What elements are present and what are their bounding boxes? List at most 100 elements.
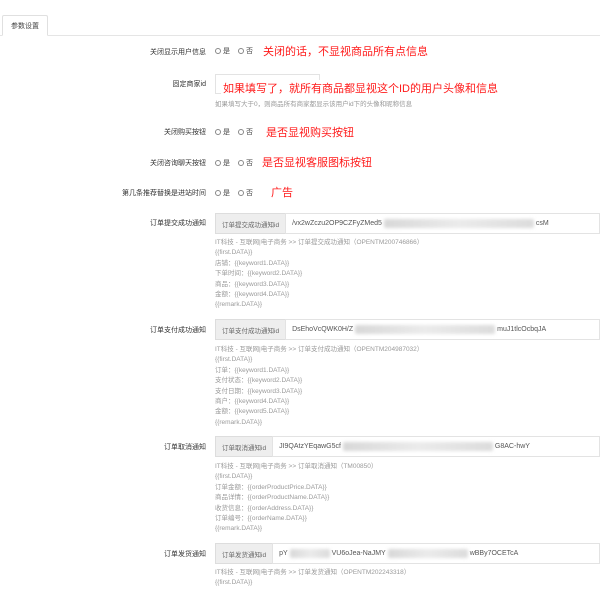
template-line: {{remark.DATA}} xyxy=(215,301,263,309)
template-line: 下单时间：{{keyword2.DATA}} xyxy=(215,270,303,278)
template-line: 订单：{{keyword1.DATA}} xyxy=(215,366,290,374)
close-chat-button-label: 关闭咨询聊天按钮 xyxy=(150,160,206,167)
template-id-start: pY xyxy=(279,550,288,557)
annotation-close-buy-button: 是否显视购买按钮 xyxy=(266,127,354,139)
template-id-start: DsEhoVcQWK0H/Z xyxy=(292,326,354,333)
template-line: IT科技 - 互联网|电子商务 >> 订单取消通知（TM00850） xyxy=(215,463,378,470)
template-line: 支付日期：{{keyword3.DATA}} xyxy=(215,387,303,395)
order-cancel-notice-addon: 订单取消通知id xyxy=(215,436,273,457)
order-submit-notice-addon: 订单提交成功通知id xyxy=(215,213,286,234)
template-id-end: G8AC-hwY xyxy=(494,443,530,450)
fixed-merchant-id-help: 如果填写大于0，则商品所有商家都显示该用户id下的头像和昵称信息 xyxy=(215,101,413,108)
annotation-fixed-merchant-id: 如果填写了，就所有商品都显视这个ID的用户头像和信息 xyxy=(221,80,500,96)
close-chat-button-yes[interactable]: 是 xyxy=(215,158,230,168)
close-buy-button-label: 关闭购买按钮 xyxy=(164,129,206,136)
template-line: {{remark.DATA}} xyxy=(215,418,263,426)
recommend-replace-yes[interactable]: 是 xyxy=(215,188,230,198)
order-cancel-notice-input[interactable]: JI9QAtzYEqawG5cf G8AC-hwY xyxy=(272,436,600,457)
order-ship-notice-field: 订单发货通知id pY VU6oJea-NaJMY wBBy7OCETcA xyxy=(215,543,600,564)
redacted-blur xyxy=(342,442,493,451)
template-line: 订单金额：{{orderProductPrice.DATA}} xyxy=(215,483,327,491)
template-id-end: wBBy7OCETcA xyxy=(469,550,519,557)
radio-icon[interactable] xyxy=(238,129,244,135)
template-line: IT科技 - 互联网|电子商务 >> 订单发货通知（OPENTM20224331… xyxy=(215,569,411,576)
radio-icon[interactable] xyxy=(238,160,244,166)
template-id-mid: VU6oJea-NaJMY xyxy=(331,550,386,557)
order-pay-notice-field: 订单支付成功通知id DsEhoVcQWK0H/Z muJ1tlcOcbqJA xyxy=(215,319,600,340)
template-line: {{first.DATA}} xyxy=(215,356,253,364)
recommend-replace-radio-group: 是 否 xyxy=(215,188,257,198)
template-line: {{first.DATA}} xyxy=(215,579,253,587)
order-pay-notice-addon: 订单支付成功通知id xyxy=(215,319,286,340)
template-line: {{remark.DATA}} xyxy=(215,525,263,533)
close-chat-button-radio-group: 是 否 xyxy=(215,158,257,168)
order-ship-notice-addon: 订单发货通知id xyxy=(215,543,273,564)
template-line: 商户：{{keyword4.DATA}} xyxy=(215,398,290,406)
tab-label: 参数设置 xyxy=(11,22,39,30)
template-line: IT科技 - 互联网|电子商务 >> 订单提交成功通知（OPENTM200746… xyxy=(215,239,424,246)
radio-label: 是 xyxy=(223,129,230,136)
template-line: 金额：{{keyword4.DATA}} xyxy=(215,291,290,299)
tab-parameter-settings[interactable]: 参数设置 xyxy=(2,15,48,36)
order-submit-notice-template-content: IT科技 - 互联网|电子商务 >> 订单提交成功通知（OPENTM200746… xyxy=(215,238,423,311)
template-line: IT科技 - 互联网|电子商务 >> 订单支付成功通知（OPENTM204987… xyxy=(215,346,424,353)
template-line: 店铺：{{keyword1.DATA}} xyxy=(215,259,290,267)
hide-user-info-no[interactable]: 否 xyxy=(238,46,253,56)
template-line: {{first.DATA}} xyxy=(215,473,253,481)
hide-user-info-radio-group: 是 否 xyxy=(215,46,257,56)
template-id-start: /vx2wZczu2OP9CZFyZMed5 xyxy=(292,220,382,227)
radio-icon[interactable] xyxy=(215,160,221,166)
recommend-replace-label: 第几条推荐替换是进站时间 xyxy=(122,190,206,197)
order-ship-notice-template-content: IT科技 - 互联网|电子商务 >> 订单发货通知（OPENTM20224331… xyxy=(215,568,410,589)
template-line: 收货信息：{{orderAddress.DATA}} xyxy=(215,504,314,512)
order-submit-notice-label: 订单提交成功通知 xyxy=(150,220,206,227)
radio-label: 是 xyxy=(223,48,230,55)
radio-label: 是 xyxy=(223,160,230,167)
radio-icon[interactable] xyxy=(215,48,221,54)
radio-label: 否 xyxy=(246,160,253,167)
recommend-replace-no[interactable]: 否 xyxy=(238,188,253,198)
annotation-close-chat-button: 是否显视客服图标按钮 xyxy=(262,157,372,169)
redacted-blur xyxy=(387,549,468,558)
radio-label: 否 xyxy=(246,48,253,55)
radio-label: 否 xyxy=(246,190,253,197)
order-cancel-notice-label: 订单取消通知 xyxy=(164,444,206,451)
radio-icon[interactable] xyxy=(215,190,221,196)
hide-user-info-yes[interactable]: 是 xyxy=(215,46,230,56)
radio-label: 否 xyxy=(246,129,253,136)
order-ship-notice-label: 订单发货通知 xyxy=(164,551,206,558)
redacted-blur xyxy=(289,549,330,558)
hide-user-info-label: 关闭显示用户信息 xyxy=(150,49,206,56)
radio-icon[interactable] xyxy=(238,190,244,196)
radio-icon[interactable] xyxy=(215,129,221,135)
template-line: 订单编号：{{orderName.DATA}} xyxy=(215,515,307,523)
template-line: 金额：{{keyword5.DATA}} xyxy=(215,408,290,416)
template-id-start: JI9QAtzYEqawG5cf xyxy=(279,443,341,450)
redacted-blur xyxy=(383,219,534,228)
redacted-blur xyxy=(355,325,496,334)
close-buy-button-radio-group: 是 否 xyxy=(215,127,257,137)
fixed-merchant-id-label: 固定商家id xyxy=(172,81,206,88)
order-submit-notice-input[interactable]: /vx2wZczu2OP9CZFyZMed5 csM xyxy=(285,213,600,234)
order-cancel-notice-template-content: IT科技 - 互联网|电子商务 >> 订单取消通知（TM00850） {{fir… xyxy=(215,462,377,535)
close-buy-button-no[interactable]: 否 xyxy=(238,127,253,137)
tab-bar: 参数设置 xyxy=(0,0,600,36)
order-pay-notice-template-content: IT科技 - 互联网|电子商务 >> 订单支付成功通知（OPENTM204987… xyxy=(215,345,423,428)
order-pay-notice-label: 订单支付成功通知 xyxy=(150,327,206,334)
order-ship-notice-input[interactable]: pY VU6oJea-NaJMY wBBy7OCETcA xyxy=(272,543,600,564)
annotation-hide-user-info: 关闭的话，不显视商品所有点信息 xyxy=(263,46,428,58)
template-line: 商品详情：{{orderProductName.DATA}} xyxy=(215,494,330,502)
template-line: 商品：{{keyword3.DATA}} xyxy=(215,280,290,288)
template-id-end: csM xyxy=(535,220,549,227)
order-pay-notice-input[interactable]: DsEhoVcQWK0H/Z muJ1tlcOcbqJA xyxy=(285,319,600,340)
order-cancel-notice-field: 订单取消通知id JI9QAtzYEqawG5cf G8AC-hwY xyxy=(215,436,600,457)
order-submit-notice-field: 订单提交成功通知id /vx2wZczu2OP9CZFyZMed5 csM xyxy=(215,213,600,234)
annotation-ads: 广告 xyxy=(271,187,293,199)
radio-label: 是 xyxy=(223,190,230,197)
close-buy-button-yes[interactable]: 是 xyxy=(215,127,230,137)
template-id-end: muJ1tlcOcbqJA xyxy=(497,326,547,333)
template-line: {{first.DATA}} xyxy=(215,249,253,257)
template-line: 支付状态：{{keyword2.DATA}} xyxy=(215,377,303,385)
close-chat-button-no[interactable]: 否 xyxy=(238,158,253,168)
radio-icon[interactable] xyxy=(238,48,244,54)
